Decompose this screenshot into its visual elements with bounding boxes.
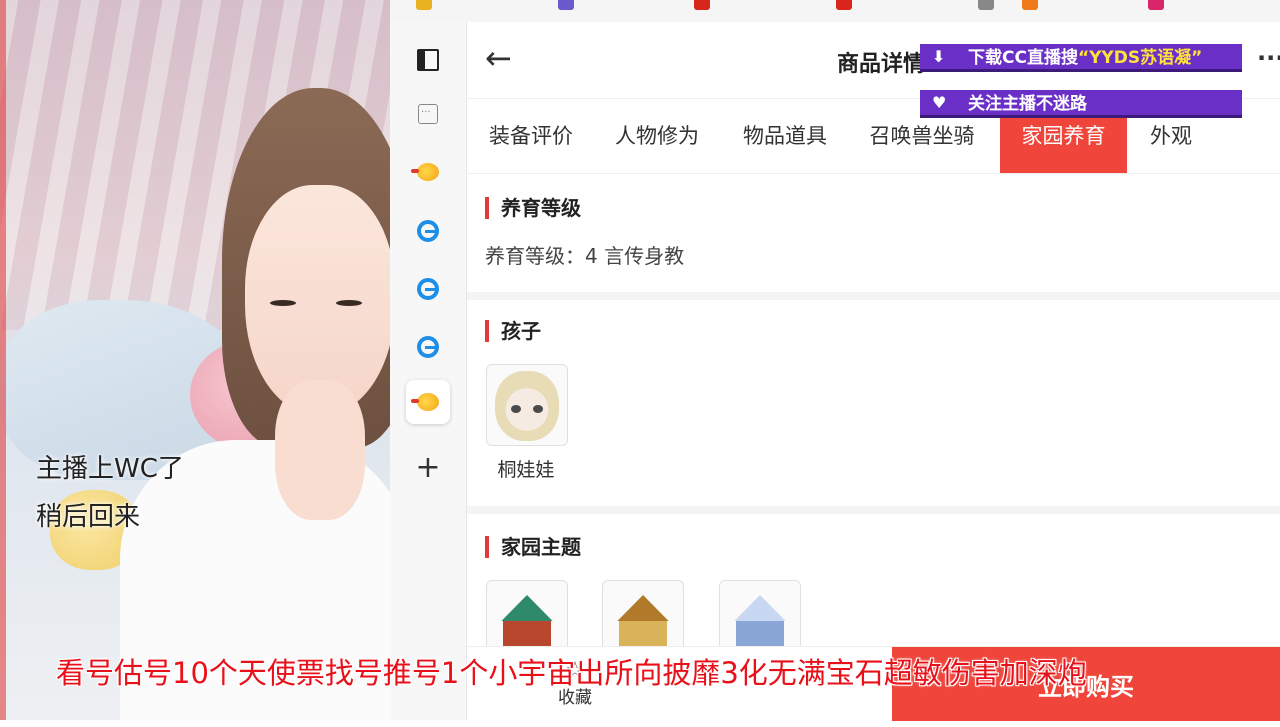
page-title: 商品详情 [837, 52, 926, 77]
section-title-home-theme: 家园主题 [485, 536, 581, 558]
streamer-camera-feed [0, 0, 390, 720]
section-title-children: 孩子 [485, 320, 541, 342]
child-thumbnail[interactable] [486, 364, 568, 446]
tab-overview-icon [418, 104, 438, 124]
streamer-name-highlight: “YYDS苏语凝” [1077, 48, 1203, 68]
follow-promo-banner: ♥ 关注主播不迷路 [920, 90, 1242, 118]
browser-e-icon [417, 220, 439, 242]
browser-app-button[interactable] [406, 209, 450, 253]
download-promo-banner: ⬇ 下载CC直播搜“YYDS苏语凝” [920, 44, 1242, 72]
tab-overview-button[interactable] [406, 92, 450, 136]
browser-sidebar: + [390, 22, 467, 720]
download-promo-text: 下载CC直播搜 [968, 48, 1078, 68]
tab-favicon[interactable] [978, 0, 994, 10]
scrolling-ticker-text: 看号估号10个天使票找号推号1个小宇宙出所向披靡3化无满宝石超敏伤害加深炮 [56, 656, 1087, 690]
game-app-button[interactable] [406, 150, 450, 194]
window-layout-button[interactable] [406, 38, 450, 82]
away-notice-line1: 主播上WC了 [36, 454, 184, 484]
window-layout-icon [417, 49, 439, 71]
tab-favicon[interactable] [836, 0, 852, 10]
tab-favicon[interactable] [1022, 0, 1038, 10]
back-arrow-icon[interactable]: ← [485, 40, 512, 76]
more-options-icon[interactable]: ··· [1257, 44, 1280, 72]
right-eye [336, 300, 362, 306]
plus-icon: + [415, 450, 441, 485]
child-name: 桐娃娃 [497, 459, 555, 481]
section-divider [467, 292, 1280, 300]
product-detail-page: ← 商品详情 ··· 装备评价 人物修为 物品道具 召唤兽坐骑 家园养育 外观 … [467, 22, 1280, 720]
browser-e-icon [417, 336, 439, 358]
tab-favicon[interactable] [694, 0, 710, 10]
streamer-hand [275, 380, 365, 520]
chick-app-icon [411, 163, 439, 181]
browser-app-button[interactable] [406, 267, 450, 311]
browser-app-button[interactable] [406, 325, 450, 369]
section-title-breeding-level: 养育等级 [485, 197, 581, 219]
game-app-button-active[interactable] [406, 380, 450, 424]
red-edge [0, 0, 6, 720]
tab-equipment-rating[interactable]: 装备评价 [475, 99, 587, 173]
browser-e-icon [417, 278, 439, 300]
browser-tab-strip [390, 0, 1280, 22]
section-divider [467, 506, 1280, 514]
follow-promo-text: 关注主播不迷路 [968, 94, 1087, 114]
chick-app-icon [411, 393, 439, 411]
left-eye [270, 300, 296, 306]
away-notice-line2: 稍后回来 [36, 502, 141, 532]
tab-items[interactable]: 物品道具 [729, 99, 841, 173]
tab-favicon[interactable] [558, 0, 574, 10]
tab-favicon[interactable] [1148, 0, 1164, 10]
tab-character-cultivation[interactable]: 人物修为 [601, 99, 713, 173]
download-icon: ⬇ [932, 47, 946, 66]
breeding-level-text: 养育等级：4 言传身教 [485, 244, 685, 268]
doll-icon [495, 371, 559, 441]
tab-favicon[interactable] [416, 0, 432, 10]
heart-icon: ♥ [932, 93, 947, 112]
add-tab-button[interactable]: + [406, 446, 450, 490]
